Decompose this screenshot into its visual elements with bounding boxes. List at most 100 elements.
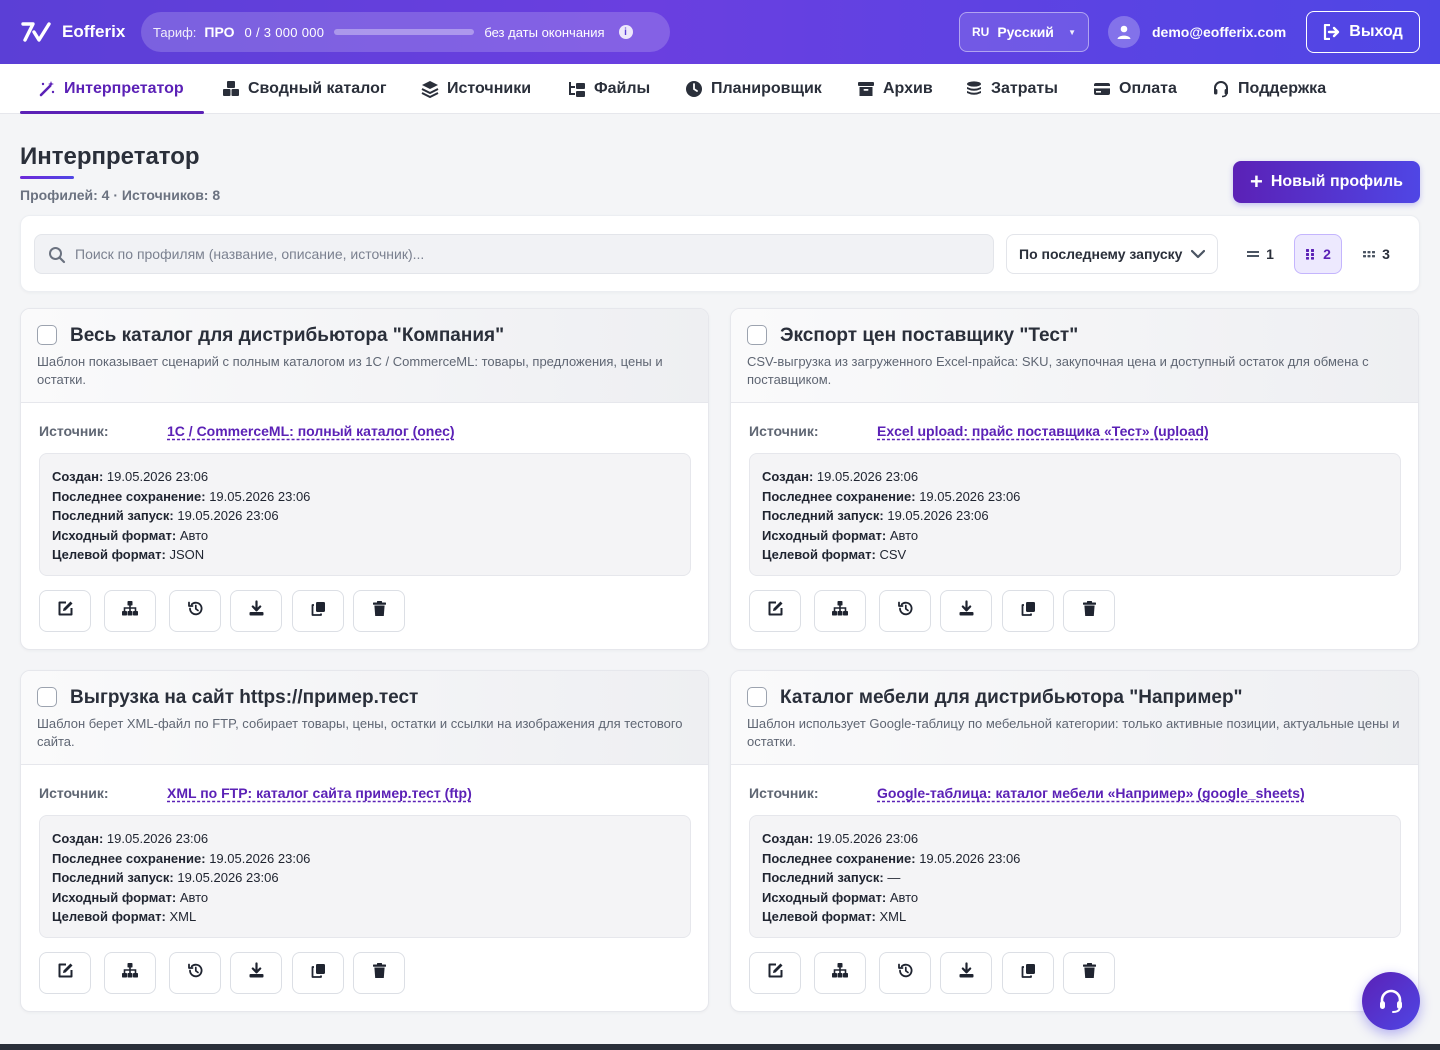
- app-logo[interactable]: Eofferix: [20, 18, 125, 46]
- search-input[interactable]: [75, 246, 993, 262]
- sitemap-button[interactable]: [814, 590, 866, 632]
- trash-button[interactable]: [1063, 952, 1115, 994]
- profile-card: Весь каталог для дистрибьютора "Компания…: [20, 308, 709, 650]
- select-checkbox[interactable]: [37, 325, 57, 345]
- sitemap-button[interactable]: [104, 590, 156, 632]
- tab-credit-card[interactable]: Оплата: [1093, 64, 1177, 114]
- meta-label: Последний запуск:: [762, 870, 884, 885]
- tab-magic-wand[interactable]: Интерпретатор: [38, 64, 184, 114]
- meta-value: 19.05.2026 23:06: [209, 850, 311, 866]
- download-button[interactable]: [230, 590, 282, 632]
- profile-title[interactable]: Весь каталог для дистрибьютора "Компания…: [70, 325, 504, 347]
- sort-select[interactable]: По последнему запуску: [1006, 234, 1218, 274]
- history-icon: [897, 962, 914, 984]
- history-button[interactable]: [879, 590, 931, 632]
- nav-item-label: Источники: [447, 80, 532, 97]
- history-button[interactable]: [169, 952, 221, 994]
- trash-button[interactable]: [353, 590, 405, 632]
- source-link[interactable]: Excel upload: прайс поставщика «Тест» (u…: [877, 423, 1209, 439]
- tab-folder-tree[interactable]: Файлы: [568, 64, 650, 114]
- copy-icon: [1020, 600, 1037, 622]
- meta-label: Последнее сохранение:: [52, 850, 206, 866]
- meta-value: 19.05.2026 23:06: [887, 508, 989, 523]
- meta-label: Создан:: [52, 831, 104, 846]
- select-checkbox[interactable]: [747, 325, 767, 345]
- meta-value: 19.05.2026 23:06: [177, 508, 279, 523]
- avatar: [1108, 16, 1140, 48]
- sitemap-button[interactable]: [104, 952, 156, 994]
- copy-button[interactable]: [1002, 590, 1054, 632]
- new-profile-button[interactable]: + Новый профиль: [1233, 161, 1420, 203]
- trash-icon: [372, 962, 387, 984]
- copy-button[interactable]: [1002, 952, 1054, 994]
- info-icon[interactable]: i: [618, 25, 633, 39]
- tab-layers[interactable]: Источники: [421, 64, 531, 114]
- history-button[interactable]: [879, 952, 931, 994]
- profile-card: Экспорт цен поставщику "Тест" CSV-выгруз…: [730, 308, 1419, 650]
- copy-button[interactable]: [292, 952, 344, 994]
- meta-source-format: Исходный формат: Авто: [52, 526, 678, 546]
- trash-button[interactable]: [1063, 590, 1115, 632]
- sitemap-icon: [831, 962, 849, 984]
- columns-3-button[interactable]: 3: [1352, 234, 1400, 274]
- edit-button[interactable]: [749, 952, 801, 994]
- meta-label: Последнее сохранение:: [762, 850, 916, 866]
- copy-button[interactable]: [292, 590, 344, 632]
- meta-label: Последний запуск:: [52, 870, 174, 885]
- app-name: Eofferix: [62, 22, 126, 41]
- tab-headset[interactable]: Поддержка: [1212, 64, 1326, 114]
- tab-boxes[interactable]: Сводный каталог: [222, 64, 387, 114]
- meta-value: 19.05.2026 23:06: [177, 870, 279, 885]
- meta-created: Создан: 19.05.2026 23:06: [762, 467, 1388, 487]
- edit-button[interactable]: [39, 590, 91, 632]
- meta-target-format: Целевой формат: XML: [762, 907, 1388, 927]
- tariff-quota: 0 / 3 000 000: [244, 24, 325, 40]
- tariff-label: Тариф:: [153, 24, 197, 40]
- edit-button[interactable]: [749, 590, 801, 632]
- download-button[interactable]: [230, 952, 282, 994]
- nav-item-label: Оплата: [1119, 80, 1177, 97]
- source-link[interactable]: Google-таблица: каталог мебели «Например…: [877, 785, 1305, 801]
- profile-title[interactable]: Выгрузка на сайт https://пример.тест: [70, 687, 418, 709]
- user-email: demo@eofferix.com: [1152, 24, 1287, 40]
- history-button[interactable]: [169, 590, 221, 632]
- user-menu[interactable]: demo@eofferix.com: [1108, 16, 1286, 48]
- source-label: Источник:: [39, 785, 109, 801]
- profile-title[interactable]: Каталог мебели для дистрибьютора "Наприм…: [780, 687, 1243, 709]
- sitemap-button[interactable]: [814, 952, 866, 994]
- tab-archive[interactable]: Архив: [857, 64, 933, 114]
- profile-title[interactable]: Экспорт цен поставщику "Тест": [780, 325, 1078, 347]
- copy-icon: [310, 962, 327, 984]
- source-link[interactable]: 1С / CommerceML: полный каталог (onec): [167, 423, 455, 439]
- edit-button[interactable]: [39, 952, 91, 994]
- magic-wand-icon: [38, 80, 56, 98]
- meta-value: Авто: [179, 889, 209, 905]
- edit-icon: [767, 962, 784, 984]
- layers-icon: [421, 80, 439, 98]
- filter-toolbar: По последнему запуску 1 2 3: [20, 215, 1420, 292]
- meta-last-run: Последний запуск: 19.05.2026 23:06: [52, 506, 678, 526]
- columns-2-button[interactable]: 2: [1294, 234, 1342, 274]
- history-icon: [187, 600, 204, 622]
- columns-1-button[interactable]: 1: [1236, 234, 1284, 274]
- source-label: Источник:: [39, 423, 109, 439]
- tab-coins[interactable]: Затраты: [965, 64, 1058, 114]
- select-checkbox[interactable]: [37, 687, 57, 707]
- language-selector[interactable]: RU Русский ▼: [959, 12, 1089, 52]
- coins-icon: [965, 80, 983, 98]
- support-chat-button[interactable]: [1362, 972, 1420, 1030]
- select-checkbox[interactable]: [747, 687, 767, 707]
- download-button[interactable]: [940, 590, 992, 632]
- source-link[interactable]: XML по FTP: каталог сайта пример.тест (f…: [167, 785, 472, 801]
- trash-button[interactable]: [353, 952, 405, 994]
- headset-icon: [1380, 989, 1402, 1013]
- one-column-icon: [1247, 251, 1260, 257]
- card-header: Весь каталог для дистрибьютора "Компания…: [21, 309, 708, 403]
- tab-clock[interactable]: Планировщик: [685, 64, 822, 114]
- caret-down-icon: ▼: [1068, 27, 1076, 37]
- top-bar: Eofferix Тариф: ПРО 0 / 3 000 000 без да…: [0, 0, 1440, 64]
- download-button[interactable]: [940, 952, 992, 994]
- headset-icon: [1212, 80, 1230, 98]
- meta-target-format: Целевой формат: JSON: [52, 545, 678, 565]
- logout-button[interactable]: Выход: [1306, 11, 1420, 53]
